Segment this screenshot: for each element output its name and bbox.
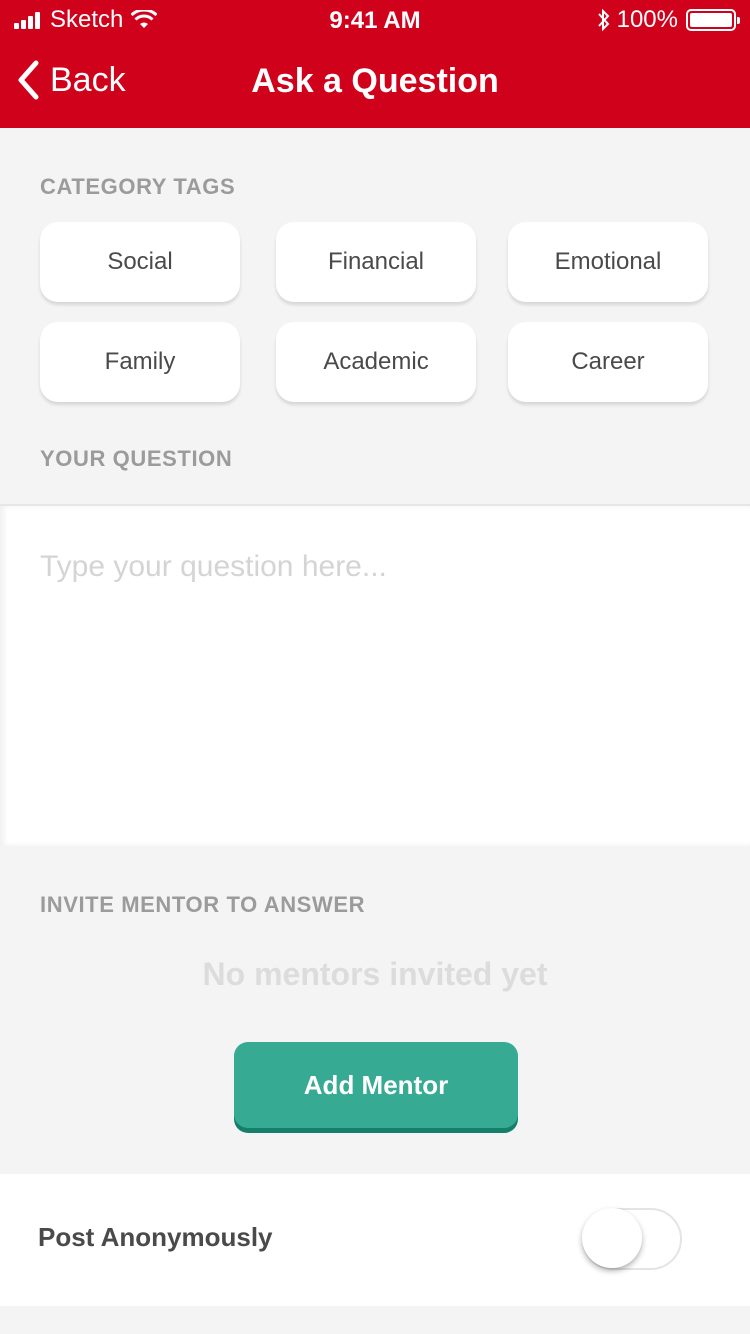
tag-family[interactable]: Family <box>40 322 240 402</box>
anonymous-toggle[interactable] <box>582 1208 682 1270</box>
post-anonymously-label: Post Anonymously <box>38 1222 273 1252</box>
question-box <box>0 504 750 846</box>
status-bar: Sketch 9:41 AM 100% <box>0 0 750 40</box>
no-mentors-message: No mentors invited yet <box>202 956 548 992</box>
invite-mentor-label: INVITE MENTOR TO ANSWER <box>40 892 366 917</box>
header: Sketch 9:41 AM 100% Back Ask a Question <box>0 0 750 128</box>
category-tags-label: CATEGORY TAGS <box>40 174 236 199</box>
post-anonymously-row: Post Anonymously <box>0 1174 750 1306</box>
status-right: 100% <box>597 6 740 34</box>
toggle-knob <box>582 1208 642 1268</box>
tag-emotional[interactable]: Emotional <box>508 222 708 302</box>
your-question-label: YOUR QUESTION <box>40 446 233 471</box>
battery-icon <box>686 9 740 31</box>
battery-percent: 100% <box>616 6 678 33</box>
page-title: Ask a Question <box>251 62 499 100</box>
question-input[interactable] <box>0 506 750 846</box>
tag-social[interactable]: Social <box>40 222 240 302</box>
tag-career[interactable]: Career <box>508 322 708 402</box>
bluetooth-icon <box>597 8 609 32</box>
tag-financial[interactable]: Financial <box>276 222 476 302</box>
tag-academic[interactable]: Academic <box>276 322 476 402</box>
add-mentor-button[interactable]: Add Mentor <box>234 1042 518 1128</box>
